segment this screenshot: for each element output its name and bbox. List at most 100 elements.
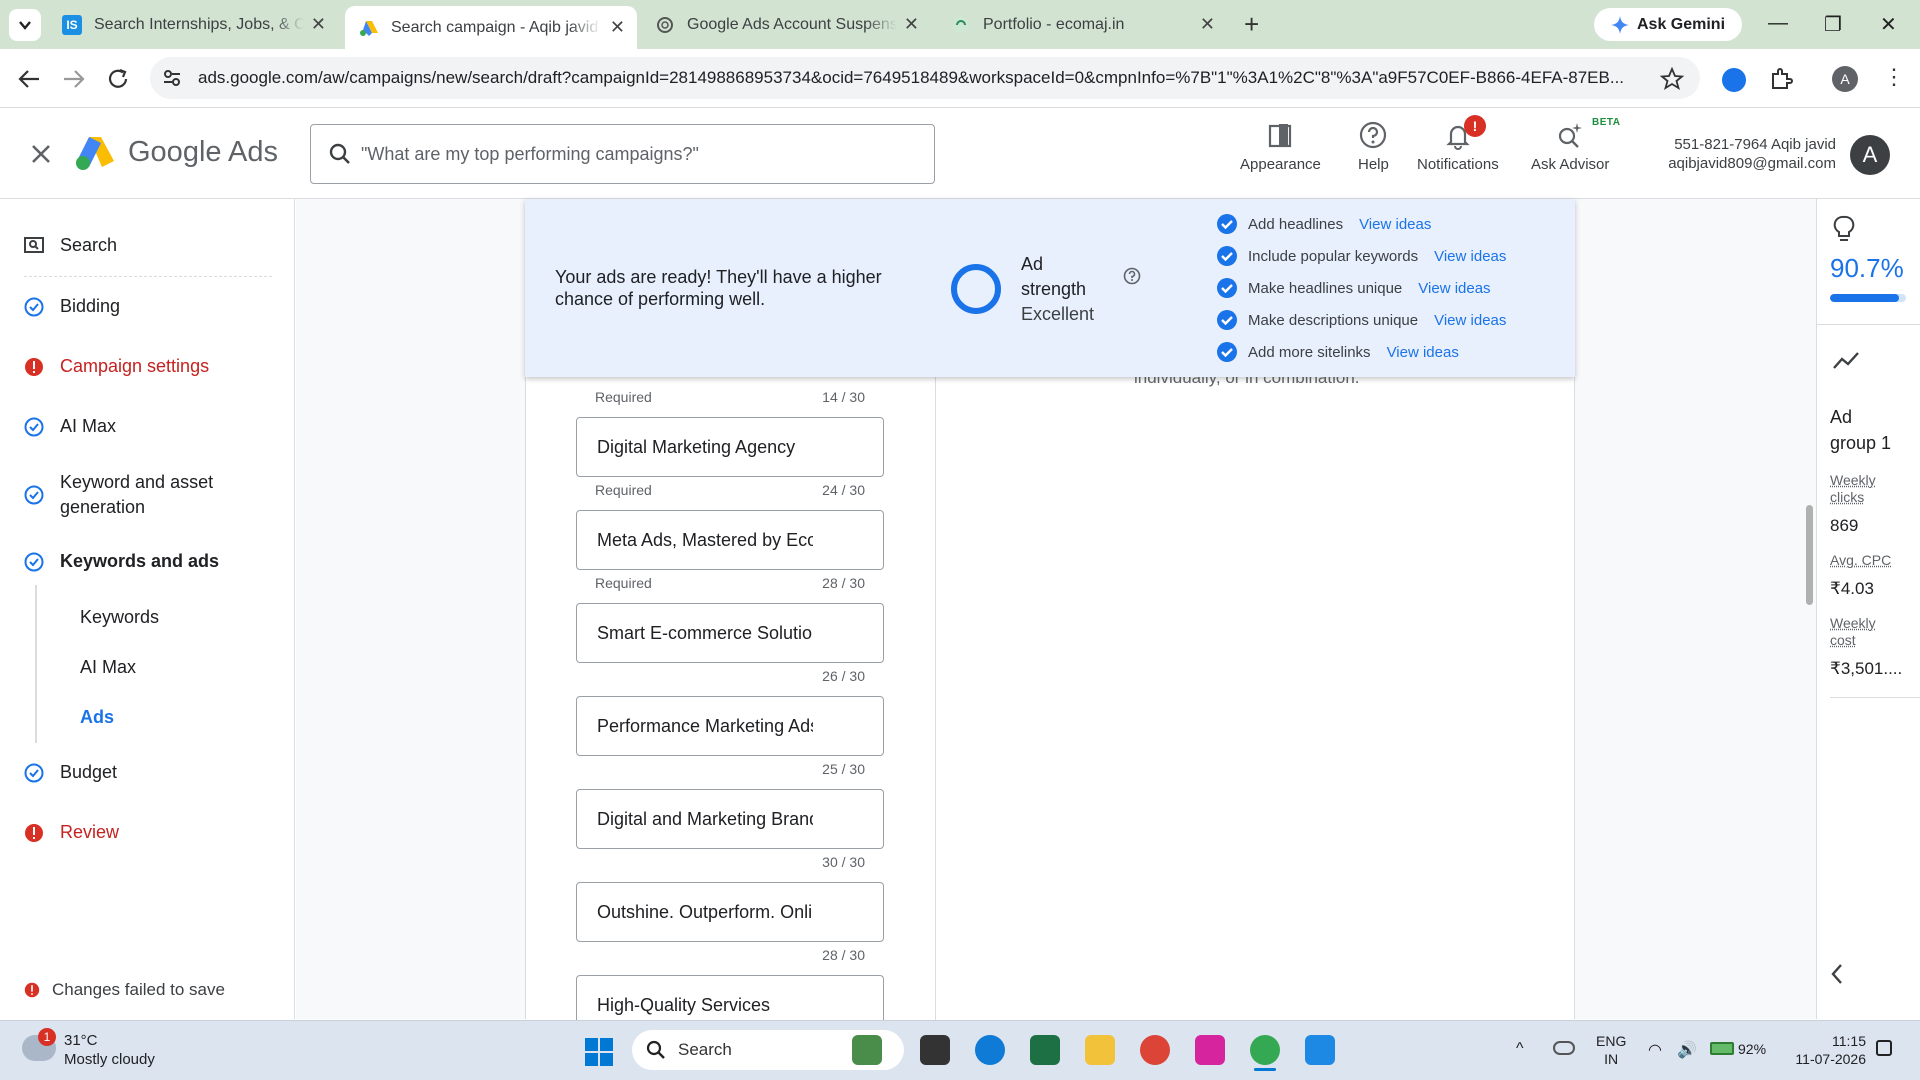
close-tab-icon[interactable]: ✕: [1200, 14, 1215, 35]
windows-start-icon[interactable]: [584, 1037, 614, 1067]
checklist-label: Make descriptions unique: [1248, 311, 1419, 329]
headline-input[interactable]: Digital and Marketing Brand: [576, 789, 884, 849]
check-circle-icon: [24, 417, 44, 436]
wordmark-ads: Ads: [227, 136, 278, 168]
appearance-button[interactable]: Appearance: [1240, 120, 1321, 173]
weather-widget[interactable]: 31°C Mostly cloudy: [64, 1031, 155, 1069]
google-ads-favicon-icon: [360, 20, 378, 36]
tab-portfolio[interactable]: Portfolio - ecomaj.in ✕: [937, 6, 1227, 43]
nav-keyword-asset-generation[interactable]: Keyword and asset generation: [24, 470, 213, 520]
notifications-button[interactable]: Notifications: [1417, 120, 1499, 173]
chrome-icon[interactable]: [1140, 1035, 1170, 1065]
new-tab-button[interactable]: +: [1244, 9, 1259, 40]
wifi-icon[interactable]: ◠: [1648, 1040, 1662, 1060]
headline-input[interactable]: Performance Marketing Ads: [576, 696, 884, 756]
nav-label-line2: generation: [60, 497, 146, 517]
forward-arrow-icon[interactable]: [62, 68, 86, 90]
browser-menu-icon[interactable]: ⋮: [1883, 64, 1905, 90]
char-count: 25 / 30: [822, 761, 865, 777]
search-icon: [646, 1040, 665, 1059]
headline-input[interactable]: Smart E-commerce Solutions: [576, 603, 884, 663]
nav-budget[interactable]: Budget: [24, 762, 117, 783]
nav-label: AI Max: [60, 416, 117, 436]
minimize-window-button[interactable]: —: [1768, 12, 1788, 35]
headline-input[interactable]: Outshine. Outperform. Online: [576, 882, 884, 942]
ask-gemini-button[interactable]: Ask Gemini: [1594, 8, 1742, 41]
optimization-score-bar-fill: [1830, 294, 1899, 302]
reload-icon[interactable]: [106, 67, 130, 91]
subnav-keywords[interactable]: Keywords: [80, 607, 159, 628]
file-explorer-icon[interactable]: [1085, 1035, 1115, 1065]
nav-review[interactable]: Review: [24, 822, 119, 843]
nav-ai-max[interactable]: AI Max: [24, 416, 116, 437]
close-window-button[interactable]: ✕: [1880, 12, 1897, 37]
site-info-icon[interactable]: [162, 68, 182, 88]
view-ideas-link[interactable]: View ideas: [1359, 216, 1431, 233]
headline-input[interactable]: High-Quality Services: [576, 975, 884, 1020]
account-avatar[interactable]: A: [1850, 135, 1890, 175]
nav-keywords-and-ads[interactable]: Keywords and ads: [24, 551, 219, 572]
page-scrollbar[interactable]: [1806, 505, 1813, 605]
profile-avatar[interactable]: A: [1832, 66, 1858, 92]
optimization-score[interactable]: 90.7%: [1830, 253, 1904, 284]
ads-search-input[interactable]: "What are my top performing campaigns?": [310, 124, 935, 184]
edge-browser-icon[interactable]: [975, 1035, 1005, 1065]
nav-search[interactable]: Search: [24, 235, 117, 256]
battery-icon[interactable]: [1710, 1042, 1734, 1055]
extension-icon[interactable]: [1722, 68, 1746, 92]
subnav-ai-max[interactable]: AI Max: [80, 657, 136, 678]
nav-divider: [24, 276, 272, 277]
lang-line1: ENG: [1596, 1033, 1627, 1049]
address-bar[interactable]: ads.google.com/aw/campaigns/new/search/d…: [150, 57, 1700, 99]
tab-google-ads-campaign[interactable]: Search campaign - Aqib javid - Google Ad…: [345, 6, 637, 49]
beta-badge: BETA: [1592, 117, 1621, 128]
clock-date: 11-07-2026: [1795, 1051, 1866, 1067]
volume-icon[interactable]: 🔊: [1677, 1040, 1697, 1060]
headline-input[interactable]: Digital Marketing Agency: [576, 417, 884, 477]
photos-app-icon[interactable]: [1305, 1035, 1335, 1065]
language-indicator[interactable]: ENG IN: [1596, 1032, 1626, 1068]
close-tab-icon[interactable]: ✕: [311, 14, 326, 35]
headline-value: Meta Ads, Mastered by Ecomaj: [597, 529, 813, 550]
notifications-label: Notifications: [1417, 156, 1499, 173]
view-ideas-link[interactable]: View ideas: [1387, 344, 1459, 361]
extensions-puzzle-icon[interactable]: [1768, 66, 1794, 92]
close-tab-icon[interactable]: ✕: [610, 17, 625, 38]
notification-center-icon[interactable]: [1876, 1040, 1892, 1056]
clock[interactable]: 11:15 11-07-2026: [1786, 1032, 1866, 1068]
nav-label: Search: [60, 235, 118, 255]
ad-strength-label: Ad strength Excellent: [1021, 252, 1094, 327]
tab-suspension-chat[interactable]: Google Ads Account Suspension ✕: [641, 6, 931, 43]
subnav-ads[interactable]: Ads: [80, 707, 114, 728]
char-count: 30 / 30: [822, 854, 865, 870]
close-tab-icon[interactable]: ✕: [904, 14, 919, 35]
headline-input[interactable]: Meta Ads, Mastered by Ecomaj: [576, 510, 884, 570]
task-view-icon[interactable]: [920, 1035, 950, 1065]
close-icon[interactable]: [30, 143, 52, 165]
restore-window-button[interactable]: ❐: [1824, 12, 1842, 37]
ask-gemini-label: Ask Gemini: [1636, 15, 1726, 33]
chevron-down-icon: [19, 21, 31, 30]
account-info[interactable]: 551-821-7964 Aqib javid aqibjavid809@gma…: [1656, 135, 1836, 173]
bookmark-star-icon[interactable]: [1660, 67, 1684, 91]
chrome-profile-icon[interactable]: [1250, 1035, 1280, 1065]
back-arrow-icon[interactable]: [17, 68, 41, 90]
view-ideas-link[interactable]: View ideas: [1434, 248, 1506, 265]
show-hidden-icons-icon[interactable]: ^: [1516, 1040, 1524, 1058]
view-ideas-link[interactable]: View ideas: [1418, 280, 1490, 297]
help-button[interactable]: Help: [1358, 120, 1389, 173]
headline-value: Digital and Marketing Brand: [597, 808, 813, 829]
chevron-left-icon[interactable]: [1830, 963, 1844, 985]
tab-search-button[interactable]: [9, 9, 41, 41]
check-circle-icon: [24, 297, 44, 316]
view-ideas-link[interactable]: View ideas: [1434, 312, 1506, 329]
tab-internshala[interactable]: IS Search Internships, Jobs, & Courses ✕: [48, 6, 338, 43]
nav-campaign-settings[interactable]: Campaign settings: [24, 356, 209, 377]
instagram-icon[interactable]: [1195, 1035, 1225, 1065]
nav-bidding[interactable]: Bidding: [24, 296, 120, 317]
help-icon[interactable]: [1123, 267, 1141, 285]
excel-icon[interactable]: [1030, 1035, 1060, 1065]
trend-chart-icon[interactable]: [1832, 350, 1860, 370]
onedrive-cloud-icon[interactable]: [1553, 1041, 1575, 1055]
ad-ready-message: Your ads are ready! They'll have a highe…: [555, 267, 882, 309]
